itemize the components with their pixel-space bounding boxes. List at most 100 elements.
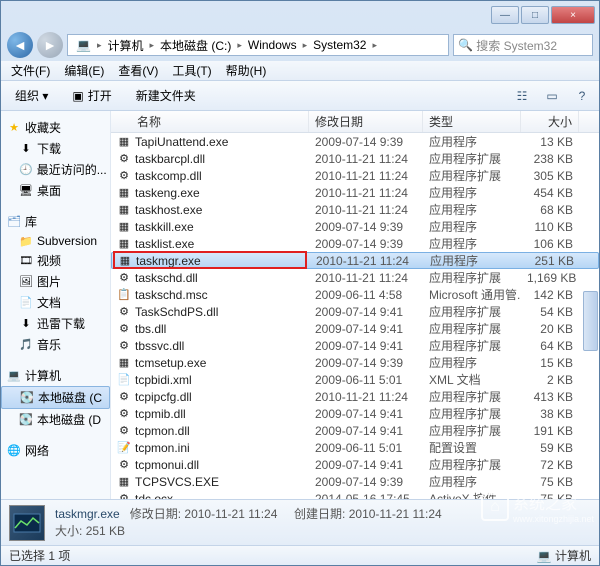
file-list[interactable]: ▦TapiUnattend.exe2009-07-14 9:39应用程序13 K…: [111, 133, 599, 499]
view-mode-button[interactable]: ☷: [511, 85, 533, 107]
file-date: 2009-07-14 9:39: [309, 135, 423, 149]
menu-help[interactable]: 帮助(H): [220, 60, 273, 81]
column-header-date[interactable]: 修改日期: [309, 111, 423, 132]
sidebar-item-icon: 📁: [19, 234, 33, 248]
file-name: tcpmon.dll: [135, 424, 190, 438]
sidebar-head-comp[interactable]: 💻计算机: [1, 365, 110, 386]
menu-file[interactable]: 文件(F): [5, 60, 56, 81]
help-button[interactable]: ?: [571, 85, 593, 107]
nav-forward-button[interactable]: ►: [37, 32, 63, 58]
preview-pane-button[interactable]: ▭: [541, 85, 563, 107]
search-placeholder: 搜索 System32: [476, 37, 557, 54]
details-mod-label: 修改日期:: [130, 507, 181, 521]
search-icon: 🔍: [458, 38, 473, 52]
details-text: taskmgr.exe 修改日期: 2010-11-21 11:24 创建日期:…: [55, 506, 442, 540]
crumb-0[interactable]: 计算机: [103, 36, 147, 54]
file-row[interactable]: ▦tasklist.exe2009-07-14 9:39应用程序106 KB: [111, 235, 599, 252]
scrollbar-thumb[interactable]: [583, 291, 598, 351]
file-size: 64 KB: [521, 339, 579, 353]
file-row[interactable]: ▦TapiUnattend.exe2009-07-14 9:39应用程序13 K…: [111, 133, 599, 150]
sidebar: ★收藏夹⬇下载🕘最近访问的...🖥桌面 🗂库📁Subversion🎞视频🖼图片📄文…: [1, 111, 111, 499]
status-computer: 💻 计算机: [537, 547, 591, 564]
file-row[interactable]: 📝tcpmon.ini2009-06-11 5:01配置设置59 KB: [111, 439, 599, 456]
toolbar: 组织 ▾ ▣ 打开 新建文件夹 ☷ ▭ ?: [1, 81, 599, 111]
file-row[interactable]: ▦taskkill.exe2009-07-14 9:39应用程序110 KB: [111, 218, 599, 235]
file-row[interactable]: ⚙tcpmon.dll2009-07-14 9:41应用程序扩展191 KB: [111, 422, 599, 439]
file-size: 142 KB: [521, 288, 579, 302]
file-row[interactable]: ▦taskmgr.exe2010-11-21 11:24应用程序251 KB: [111, 252, 599, 269]
sidebar-item-fav-2[interactable]: 🖥桌面: [1, 180, 110, 201]
search-input[interactable]: 🔍 搜索 System32: [453, 34, 593, 56]
file-size: 68 KB: [521, 203, 579, 217]
sidebar-item-lib-4[interactable]: ⬇迅雷下载: [1, 313, 110, 334]
file-row[interactable]: ⚙tbssvc.dll2009-07-14 9:41应用程序扩展64 KB: [111, 337, 599, 354]
crumb-3[interactable]: System32: [309, 36, 370, 54]
sidebar-item-comp-0[interactable]: 💽本地磁盘 (C: [1, 386, 110, 409]
sidebar-item-lib-5[interactable]: 🎵音乐: [1, 334, 110, 355]
file-row[interactable]: ⚙tdc.ocx2014-05-16 17:45ActiveX 控件75 KB: [111, 490, 599, 499]
crumb-separator: ▸: [303, 40, 308, 51]
file-row[interactable]: ▦taskeng.exe2010-11-21 11:24应用程序454 KB: [111, 184, 599, 201]
file-date: 2010-11-21 11:24: [310, 254, 424, 268]
nav-bar: ◄ ► 💻▸计算机▸本地磁盘 (C:)▸Windows▸System32▸ 🔍 …: [1, 29, 599, 61]
sidebar-item-icon: 🎞: [19, 254, 33, 268]
file-row[interactable]: ⚙tcpmonui.dll2009-07-14 9:41应用程序扩展72 KB: [111, 456, 599, 473]
minimize-button[interactable]: —: [491, 6, 519, 24]
menu-tools[interactable]: 工具(T): [166, 60, 217, 81]
maximize-button[interactable]: □: [521, 6, 549, 24]
sidebar-item-lib-1[interactable]: 🎞视频: [1, 250, 110, 271]
sidebar-item-lib-2[interactable]: 🖼图片: [1, 271, 110, 292]
file-row[interactable]: ▦tcmsetup.exe2009-07-14 9:39应用程序15 KB: [111, 354, 599, 371]
crumb-root-icon[interactable]: 💻: [72, 36, 95, 54]
file-row[interactable]: ⚙tcpmib.dll2009-07-14 9:41应用程序扩展38 KB: [111, 405, 599, 422]
sidebar-head-fav[interactable]: ★收藏夹: [1, 117, 110, 138]
file-type: 应用程序扩展: [423, 405, 521, 422]
file-date: 2009-06-11 4:58: [309, 288, 423, 302]
sidebar-item-fav-1[interactable]: 🕘最近访问的...: [1, 159, 110, 180]
organize-button[interactable]: 组织 ▾: [7, 84, 56, 107]
file-size: 75 KB: [521, 492, 579, 500]
file-row[interactable]: ⚙TaskSchdPS.dll2009-07-14 9:41应用程序扩展54 K…: [111, 303, 599, 320]
sidebar-item-lib-0[interactable]: 📁Subversion: [1, 232, 110, 250]
file-size: 238 KB: [521, 152, 579, 166]
file-icon: ▦: [117, 237, 131, 251]
sidebar-item-comp-1[interactable]: 💽本地磁盘 (D: [1, 409, 110, 430]
file-type: 应用程序扩展: [423, 269, 521, 286]
sidebar-head-lib[interactable]: 🗂库: [1, 211, 110, 232]
details-file-icon: [9, 505, 45, 541]
sidebar-item-fav-0[interactable]: ⬇下载: [1, 138, 110, 159]
nav-back-button[interactable]: ◄: [7, 32, 33, 58]
crumb-2[interactable]: Windows: [244, 36, 301, 54]
file-row[interactable]: ⚙taskcomp.dll2010-11-21 11:24应用程序扩展305 K…: [111, 167, 599, 184]
menu-edit[interactable]: 编辑(E): [58, 60, 110, 81]
file-row[interactable]: ▦TCPSVCS.EXE2009-07-14 9:39应用程序75 KB: [111, 473, 599, 490]
file-row[interactable]: ⚙tcpipcfg.dll2010-11-21 11:24应用程序扩展413 K…: [111, 388, 599, 405]
file-row[interactable]: 📄tcpbidi.xml2009-06-11 5:01XML 文档2 KB: [111, 371, 599, 388]
column-header-name[interactable]: 名称: [111, 111, 309, 132]
file-icon: 📋: [117, 288, 131, 302]
file-row[interactable]: ▦taskhost.exe2010-11-21 11:24应用程序68 KB: [111, 201, 599, 218]
sidebar-item-icon: 💽: [19, 413, 33, 427]
menu-view[interactable]: 查看(V): [112, 60, 164, 81]
file-date: 2009-07-14 9:41: [309, 458, 423, 472]
sidebar-head-net[interactable]: 🌐网络: [1, 440, 110, 461]
open-button[interactable]: ▣ 打开: [64, 84, 119, 107]
crumb-1[interactable]: 本地磁盘 (C:): [156, 36, 235, 54]
file-icon: 📄: [117, 373, 131, 387]
breadcrumb[interactable]: 💻▸计算机▸本地磁盘 (C:)▸Windows▸System32▸: [67, 34, 449, 56]
file-row[interactable]: ⚙taskbarcpl.dll2010-11-21 11:24应用程序扩展238…: [111, 150, 599, 167]
file-row[interactable]: ⚙tbs.dll2009-07-14 9:41应用程序扩展20 KB: [111, 320, 599, 337]
file-icon: ⚙: [117, 305, 131, 319]
file-type: 应用程序扩展: [423, 456, 521, 473]
file-name: taskbarcpl.dll: [135, 152, 205, 166]
file-name: taskkill.exe: [135, 220, 194, 234]
crumb-separator: ▸: [237, 40, 242, 51]
file-row[interactable]: 📋taskschd.msc2009-06-11 4:58Microsoft 通用…: [111, 286, 599, 303]
file-row[interactable]: ⚙taskschd.dll2010-11-21 11:24应用程序扩展1,169…: [111, 269, 599, 286]
new-folder-button[interactable]: 新建文件夹: [128, 84, 204, 107]
column-header-size[interactable]: 大小: [521, 111, 579, 132]
file-name: tcpipcfg.dll: [135, 390, 192, 404]
close-button[interactable]: ×: [551, 6, 595, 24]
sidebar-item-lib-3[interactable]: 📄文档: [1, 292, 110, 313]
column-header-type[interactable]: 类型: [423, 111, 521, 132]
